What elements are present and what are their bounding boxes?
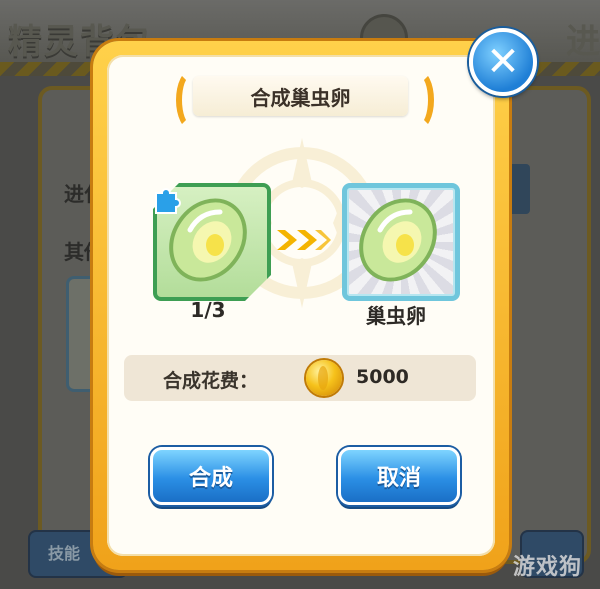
result-item-name: 巢虫卵 [366, 304, 426, 328]
arrow-right-icon [277, 230, 331, 250]
puzzle-piece-icon [155, 188, 181, 214]
dialog-title: 合成巢虫卵 [193, 76, 408, 116]
watermark: 游戏狗 [512, 555, 582, 580]
cost-amount: 5000 [356, 366, 409, 388]
title-right-bracket-icon [404, 70, 434, 130]
cancel-button[interactable]: 取消 [338, 447, 460, 505]
background-skill-label: 技能 [48, 544, 81, 563]
result-egg-icon [359, 198, 437, 282]
cost-label: 合成花费： [163, 370, 259, 392]
gold-coin-icon [306, 360, 342, 396]
synthesize-button[interactable]: 合成 [150, 447, 272, 505]
background-side-block [506, 164, 530, 214]
source-item-count: 1/3 [190, 298, 226, 322]
background-title-right: 进 [566, 22, 600, 62]
close-icon[interactable]: ✕ [469, 28, 537, 96]
